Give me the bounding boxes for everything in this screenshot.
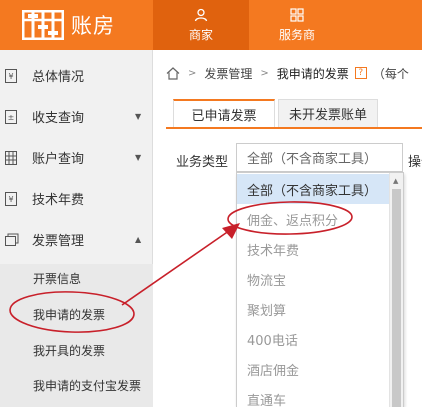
breadcrumb-parent-link[interactable]: 发票管理 — [204, 65, 252, 82]
breadcrumb: > 发票管理 > 我申请的发票 ? （每个 — [166, 62, 409, 84]
business-type-dropdown: 全部（不含商家工具） 佣金、返点积分 技术年费 物流宝 聚划算 400电话 酒店… — [236, 172, 404, 407]
tab-merchant[interactable]: 商家 — [153, 0, 249, 50]
dropdown-option[interactable]: 400电话 — [237, 324, 389, 354]
tab-merchant-label: 商家 — [188, 27, 213, 42]
fee-icon: ¥ — [5, 191, 17, 206]
sidebar-item-label: 总体情况 — [32, 70, 85, 85]
breadcrumb-note: （每个 — [372, 66, 409, 81]
logo[interactable]: 账房 — [0, 0, 153, 50]
sidebar-subitem-label: 开票信息 — [33, 272, 82, 286]
tab-service-provider[interactable]: 服务商 — [249, 0, 345, 50]
sidebar-subitem-label: 我申请的发票 — [33, 308, 106, 322]
top-bar: 账房 商家 服务商 — [0, 0, 422, 50]
abacus-logo-icon — [22, 10, 64, 40]
sidebar-subitem-my-applied-invoices[interactable]: 我申请的发票 — [0, 298, 153, 331]
business-type-selected-value: 全部（不含商家工具） — [247, 152, 378, 167]
dropdown-option[interactable]: 物流宝 — [237, 264, 389, 294]
breadcrumb-current: 我申请的发票 — [276, 66, 349, 81]
chevron-down-icon: ▼ — [135, 153, 142, 162]
tab-uninvoiced-bills[interactable]: 未开发票账单 — [278, 99, 378, 128]
svg-text:±: ± — [8, 113, 15, 122]
overview-icon: ¥ — [5, 68, 17, 83]
dropdown-option[interactable]: 直通车 — [237, 384, 389, 407]
chevron-up-icon: ▲ — [135, 235, 142, 244]
breadcrumb-separator: > — [188, 67, 197, 79]
sidebar-item-overview[interactable]: ¥ 总体情况 — [0, 55, 153, 96]
sidebar-item-income-query[interactable]: ± 收支查询 ▼ — [0, 96, 153, 137]
tab-applied-invoices[interactable]: 已申请发票 — [173, 99, 275, 128]
dropdown-scrollbar[interactable]: ▲ — [389, 173, 403, 407]
help-icon[interactable]: ? — [354, 67, 367, 79]
tab-service-provider-label: 服务商 — [278, 27, 315, 42]
chevron-down-icon: ▼ — [135, 112, 142, 121]
sidebar-item-label: 收支查询 — [32, 111, 85, 126]
income-icon: ± — [5, 109, 17, 124]
person-icon — [194, 8, 208, 21]
sidebar-item-account-query[interactable]: 账户查询 ▼ — [0, 137, 153, 178]
invoice-submenu: 开票信息 我申请的发票 我开具的发票 我申请的支付宝发票 — [0, 264, 153, 407]
dropdown-option[interactable]: 技术年费 — [237, 234, 389, 264]
tab-label: 未开发票账单 — [288, 108, 367, 123]
sidebar-item-label: 账户查询 — [32, 152, 85, 167]
sidebar-subitem-label: 我开具的发票 — [33, 344, 106, 358]
dropdown-option[interactable]: 全部（不含商家工具） — [237, 174, 389, 204]
sidebar-subitem-my-alipay-invoices[interactable]: 我申请的支付宝发票 — [0, 369, 153, 402]
breadcrumb-separator: > — [260, 67, 269, 79]
sidebar-item-label: 发票管理 — [32, 234, 85, 249]
operation-label: 操作 — [408, 155, 422, 170]
svg-text:¥: ¥ — [8, 72, 13, 81]
tab-underline — [166, 127, 422, 129]
sidebar-item-label: 技术年费 — [32, 193, 85, 208]
dropdown-option[interactable]: 佣金、返点积分 — [237, 204, 389, 234]
business-type-select[interactable]: 全部（不含商家工具） — [236, 143, 403, 172]
sidebar-subitem-invoice-info[interactable]: 开票信息 — [0, 262, 153, 295]
scrollbar-thumb[interactable] — [392, 189, 401, 407]
dropdown-option[interactable]: 聚划算 — [237, 294, 389, 324]
logo-text: 账房 — [71, 14, 115, 38]
sidebar-subitem-label: 我申请的支付宝发票 — [33, 379, 142, 393]
dropdown-option[interactable]: 酒店佣金 — [237, 354, 389, 384]
scroll-up-icon[interactable]: ▲ — [393, 177, 398, 185]
home-icon[interactable] — [166, 66, 180, 80]
grid-icon — [290, 7, 304, 22]
account-icon — [5, 150, 17, 165]
business-type-label: 业务类型 — [176, 155, 229, 170]
sidebar-item-tech-fee[interactable]: ¥ 技术年费 — [0, 178, 153, 219]
sidebar-subitem-my-issued-invoices[interactable]: 我开具的发票 — [0, 334, 153, 367]
sidebar-item-invoice-management[interactable]: 发票管理 ▲ — [0, 219, 153, 260]
invoice-icon — [5, 233, 19, 246]
svg-text:¥: ¥ — [8, 195, 13, 204]
tab-label: 已申请发票 — [191, 109, 257, 124]
